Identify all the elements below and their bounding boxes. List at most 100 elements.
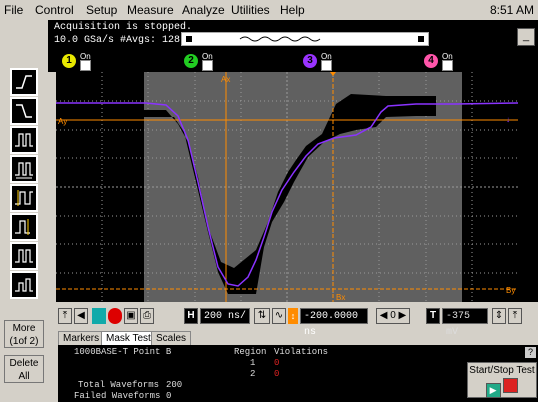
start-stop-label: Start/Stop Test (469, 365, 535, 376)
timebase-input[interactable]: 200 ns/ (200, 308, 250, 324)
clock: 8:51 AM (489, 3, 534, 17)
sample-rate-averages: 10.0 GSa/s #Avgs: 128 (54, 35, 181, 46)
failed-waveforms-value: 0 (166, 391, 172, 401)
record-icon[interactable] (108, 308, 122, 324)
right-margin (518, 72, 538, 302)
overview-right-marker (418, 36, 424, 42)
channel-1-badge: 1 (62, 54, 76, 68)
channel-3-toggle[interactable]: 3 On (303, 52, 363, 71)
menu-help[interactable]: Help (280, 3, 305, 17)
menu-control[interactable]: Control (35, 3, 74, 17)
channel-4-badge: 4 (424, 54, 438, 68)
violations-header: Violations (274, 347, 329, 357)
trigger-level-stepper[interactable]: ⇕ (492, 308, 506, 324)
mask-test-panel: 1000BASE-T Point B Region Violations 1 0… (58, 345, 538, 402)
marker-by-label: By (506, 286, 515, 295)
channel-2-checkbox[interactable] (202, 60, 213, 71)
channel-2-badge: 2 (184, 54, 198, 68)
pin-right-icon[interactable]: ⤒ (508, 308, 522, 324)
wave-icon[interactable]: ∿ (272, 308, 286, 324)
horizontal-controls: ⤒ ◀ ▣ ⎙ H 200 ns/ ⇅ ∿ ↕ -200.0000 ns ◀ 0… (48, 305, 538, 338)
save-screen-icon[interactable]: ▣ (124, 308, 138, 324)
menu-analyze[interactable]: Analyze (182, 3, 225, 17)
channel-3-badge: 3 (303, 54, 317, 68)
region-2-label: 2 (250, 369, 256, 379)
waveform-display[interactable]: Ax Bx Ay By ↓ (56, 72, 518, 302)
total-waveforms-value: 200 (166, 380, 183, 390)
horizontal-label: H (184, 308, 198, 324)
pulse-width-icon (15, 133, 33, 147)
frequency-button[interactable] (10, 271, 38, 299)
menu-bar: File Control Setup Measure Analyze Utili… (0, 0, 538, 20)
duty-cycle-icon (15, 249, 33, 263)
start-test-button[interactable]: ▶ (485, 383, 501, 398)
menu-measure[interactable]: Measure (127, 3, 174, 17)
acquisition-status-bar: Acquisition is stopped. 10.0 GSa/s #Avgs… (48, 20, 538, 50)
channel-3-checkbox[interactable] (321, 60, 332, 71)
region-1-label: 1 (250, 358, 256, 368)
channel-4-checkbox[interactable] (442, 60, 453, 71)
waveform-overview[interactable] (181, 32, 429, 46)
timebase-adjust-icon[interactable]: ⇅ (254, 308, 270, 324)
falling-edge-trigger-button[interactable] (10, 97, 38, 125)
delay-reference-icon[interactable]: ↕ (288, 308, 298, 324)
delete-all-button[interactable]: Delete All (4, 355, 44, 383)
tab-markers[interactable]: Markers (58, 331, 105, 346)
delay-input[interactable]: -200.0000 ns (300, 308, 368, 338)
waveform-graticule: Ax Bx Ay By ↓ (56, 72, 518, 302)
more-label: More (12, 323, 36, 334)
falling-edge-icon (16, 104, 32, 118)
duty-cycle-button[interactable] (10, 242, 38, 270)
stop-test-button[interactable] (503, 378, 519, 393)
overview-left-marker (186, 36, 192, 42)
pin-icon[interactable]: ⤒ (58, 308, 72, 324)
failed-waveforms-label: Failed Waveforms (74, 391, 161, 401)
region-2-violations: 0 (274, 369, 280, 379)
tab-mask-test[interactable]: Mask Test (101, 331, 156, 346)
period-button[interactable] (10, 155, 38, 183)
region-header: Region (234, 347, 267, 357)
channel-2-toggle[interactable]: 2 On (184, 52, 244, 71)
trigger-label: T (426, 308, 440, 324)
rise-time-button[interactable] (10, 184, 38, 212)
overview-wave-icon (186, 36, 424, 42)
start-stop-test-panel: Start/Stop Test ▶ (467, 362, 537, 398)
channel-4-toggle[interactable]: 4 On (424, 52, 484, 71)
more-measurements-button[interactable]: More (1of 2) (4, 320, 44, 348)
delete-all-label: All (18, 371, 30, 382)
delete-label: Delete (9, 358, 39, 369)
tab-scales[interactable]: Scales (151, 331, 192, 346)
rising-edge-trigger-button[interactable] (10, 68, 38, 96)
period-icon (15, 162, 33, 179)
trigger-level-input[interactable]: -375 mV (442, 308, 488, 338)
scroll-left-icon[interactable]: ◀ (74, 308, 88, 324)
rise-time-icon (15, 190, 33, 206)
mask-name: 1000BASE-T Point B (74, 347, 172, 357)
channel-bar: 1 On 2 On 3 On 4 On (48, 50, 538, 72)
start-stop-controls: ▶ (468, 378, 536, 398)
fall-time-button[interactable] (10, 213, 38, 241)
menu-setup[interactable]: Setup (86, 3, 117, 17)
menu-file[interactable]: File (4, 3, 23, 17)
marker-ay-label: Ay (58, 117, 67, 126)
marker-ax-label: Ax (221, 75, 230, 84)
print-icon[interactable]: ⎙ (140, 308, 154, 324)
more-page-label: (1of 2) (9, 336, 39, 347)
acquisition-status: Acquisition is stopped. (54, 22, 193, 33)
channel-3-level-indicator: ↓ (506, 115, 510, 124)
channel-1-toggle[interactable]: 1 On (62, 52, 122, 71)
minimize-button[interactable]: _ (517, 28, 535, 46)
delay-stepper[interactable]: ◀ 0 ▶ (376, 308, 410, 324)
fall-time-icon (15, 219, 30, 235)
menu-utilities[interactable]: Utilities (231, 3, 270, 17)
region-1-violations: 0 (274, 358, 280, 368)
frequency-icon (15, 278, 33, 292)
help-icon[interactable]: ? (525, 347, 536, 358)
pulse-width-button[interactable] (10, 126, 38, 154)
total-waveforms-label: Total Waveforms (78, 380, 160, 390)
marker-bx-label: Bx (336, 293, 345, 302)
channel-1-checkbox[interactable] (80, 60, 91, 71)
rising-edge-icon (16, 75, 32, 89)
left-toolbar: More (1of 2) Delete All (0, 60, 48, 402)
color-grade-icon[interactable] (92, 308, 106, 324)
